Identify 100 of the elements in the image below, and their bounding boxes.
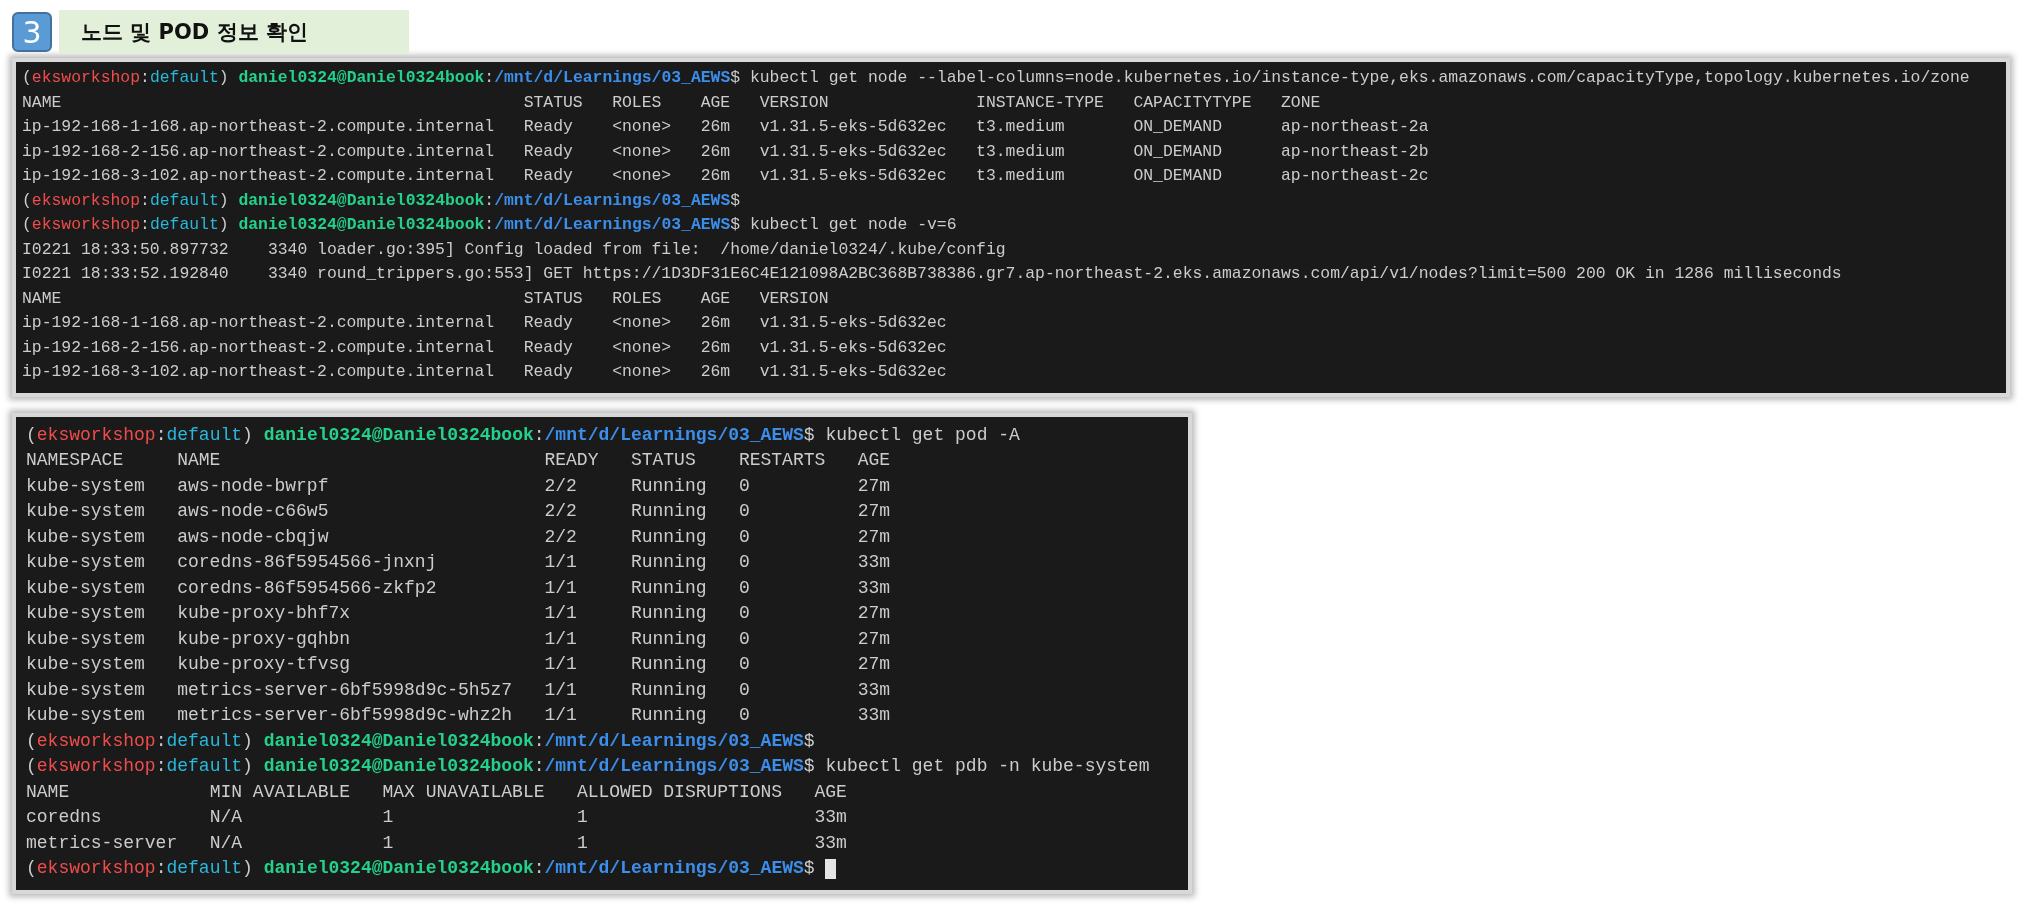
step-number-badge: 3 — [12, 12, 52, 52]
table-cell-text: 2/2 — [544, 525, 578, 549]
column-header: AGE — [814, 780, 848, 804]
table-cell-text: v1.31.5-eks-5d632ec — [759, 140, 948, 163]
table-cell-text: <none> — [612, 336, 673, 359]
column-header: NAME — [177, 449, 222, 472]
table-cell-text: Running — [630, 551, 708, 574]
table-cell-text: ON_DEMAND — [1133, 140, 1223, 163]
table-cell-text: v1.31.5-eks-5d632ec — [759, 312, 948, 334]
table-cell-text: 26m — [700, 336, 732, 359]
table-cell-text: <none> — [612, 116, 673, 138]
column-header: NAME — [22, 91, 63, 114]
table-cell-text: N/A — [209, 831, 244, 855]
table-cell-text: <none> — [612, 165, 673, 187]
table-cell-text: aws-node-cbqjw — [177, 525, 330, 549]
table-cell-text: coredns — [26, 806, 103, 829]
table-cell-text: Running — [630, 627, 708, 651]
table-cell-text: 1/1 — [544, 704, 578, 727]
column-header: READY — [544, 449, 600, 472]
table-cell-text: 1/1 — [544, 653, 578, 676]
table-cell-text: ip-192-168-2-156.ap-northeast-2.compute.internal — [22, 140, 496, 163]
table-cell-text: kube-system — [26, 525, 146, 549]
table-cell-text: 27m — [857, 653, 892, 676]
table-cell-text: 1/1 — [544, 551, 578, 574]
table-cell-text: 0 — [738, 500, 751, 523]
table-cell-text: Running — [630, 474, 708, 498]
table-cell-text: 0 — [738, 627, 751, 651]
section-title: 노드 및 POD 정보 확인 — [59, 10, 409, 54]
table-cell-text: ip-192-168-3-102.ap-northeast-2.compute.internal — [22, 361, 496, 383]
table-cell-text: 0 — [738, 576, 751, 600]
table-cell-text: v1.31.5-eks-5d632ec — [759, 116, 948, 138]
table-cell-text: 0 — [738, 653, 751, 676]
table-cell-text: 26m — [700, 312, 732, 334]
table-cell-text: t3.medium — [976, 165, 1066, 187]
column-header: NAME — [22, 287, 63, 310]
table-cell-text: Running — [630, 500, 708, 523]
table-cell-text: Ready — [523, 165, 574, 187]
table-cell-text: coredns-86f5954566-jnxnj — [177, 551, 438, 574]
column-header: STATUS — [523, 91, 584, 114]
table-cell-text: 0 — [738, 551, 751, 574]
table-cell-text: 2/2 — [544, 500, 578, 523]
table-cell-text: kube-system — [26, 704, 146, 727]
table-cell-text: <none> — [612, 140, 673, 163]
table-cell-text: 33m — [814, 831, 848, 855]
table-cell-text: 27m — [857, 602, 892, 625]
table-cell-text: 1/1 — [544, 678, 578, 702]
table-cell-text: metrics-server — [26, 831, 179, 855]
table-cell-text: 1/1 — [544, 602, 578, 625]
column-header: AGE — [700, 91, 732, 114]
table-cell-text: kube-system — [26, 653, 146, 676]
table-cell-text: <none> — [612, 361, 673, 383]
table-cell-text: 26m — [700, 116, 732, 138]
column-header: INSTANCE-TYPE — [976, 91, 1105, 114]
command-prompt-line: (eksworkshop:default) daniel0324@Daniel0324book:/mnt/d/Learnings/03_AEWS$ kubectl get node --label-columns=node.kubernetes.io/instance-type,eks.amazonaws.com/capacityType,topology.kubernetes.io/zone — [22, 67, 1970, 89]
command-prompt-line: (eksworkshop:default) daniel0324@Daniel0324book:/mnt/d/Learnings/03_AEWS$ kubectl get pod -A — [26, 423, 1020, 447]
table-cell-text: Ready — [523, 140, 574, 163]
table-cell-text: ip-192-168-2-156.ap-northeast-2.compute.internal — [22, 336, 496, 359]
table-cell-text: Running — [630, 602, 708, 625]
table-cell-text: 27m — [857, 474, 892, 498]
command-prompt-line: (eksworkshop:default) daniel0324@Daniel0324book:/mnt/d/Learnings/03_AEWS$ — [26, 857, 816, 880]
table-cell-text: ip-192-168-1-168.ap-northeast-2.compute.internal — [22, 116, 496, 138]
table-cell-text: Ready — [523, 336, 574, 359]
table-cell-text: 27m — [857, 500, 892, 523]
table-cell-text: Running — [630, 525, 708, 549]
table-cell-text: Ready — [523, 116, 574, 138]
table-cell-text: 27m — [857, 525, 892, 549]
table-cell-text: kube-proxy-tfvsg — [177, 653, 352, 676]
table-cell-text: ap-northeast-2c — [1280, 165, 1430, 187]
table-cell-text: t3.medium — [976, 140, 1066, 163]
table-cell-text: ip-192-168-1-168.ap-northeast-2.compute.internal — [22, 312, 496, 334]
table-cell-text: kube-proxy-bhf7x — [177, 602, 352, 625]
table-cell-text: 1 — [576, 831, 589, 855]
column-header: AGE — [857, 449, 892, 472]
table-cell-text: 0 — [738, 678, 751, 702]
column-header: NAMESPACE — [26, 449, 125, 472]
table-cell-text: coredns-86f5954566-zkfp2 — [177, 576, 438, 600]
command-prompt-line: (eksworkshop:default) daniel0324@Daniel0324book:/mnt/d/Learnings/03_AEWS$ — [26, 729, 815, 753]
log-line: I0221 18:33:50.897732 3340 loader.go:395] Config loaded from file: /home/daniel0324/.kube/config — [22, 238, 1007, 261]
table-cell-text: 33m — [857, 704, 892, 727]
table-cell-text: 1 — [576, 806, 589, 829]
column-header: STATUS — [630, 449, 697, 472]
column-header: ZONE — [1280, 91, 1322, 114]
column-header: VERSION — [759, 91, 830, 114]
column-header: ROLES — [612, 287, 663, 310]
column-header: VERSION — [759, 287, 830, 310]
table-cell-text: kube-proxy-gqhbn — [177, 627, 352, 651]
table-cell-text: 0 — [738, 704, 751, 727]
table-cell-text: aws-node-bwrpf — [177, 474, 330, 498]
table-cell-text: ON_DEMAND — [1133, 116, 1223, 138]
table-cell-text: N/A — [209, 806, 244, 829]
log-line: I0221 18:33:52.192840 3340 round_trippers.go:553] GET https://1D3DF31E6C4E121098A2BC368B738386.gr7.ap-northeast-2.eks.amazonaws.com/api/v1/nodes?limit=500 200 OK in 1286 milliseconds — [22, 263, 1843, 285]
table-cell-text: Ready — [523, 312, 574, 334]
command-prompt-line: (eksworkshop:default) daniel0324@Daniel0324book:/mnt/d/Learnings/03_AEWS$ kubectl get pdb -n kube-system — [26, 755, 1150, 778]
table-cell-text: v1.31.5-eks-5d632ec — [759, 165, 948, 187]
table-cell-text: 33m — [857, 551, 892, 574]
table-cell-text: aws-node-c66w5 — [177, 500, 330, 523]
table-cell-text: 0 — [738, 602, 751, 625]
table-cell-text: 33m — [857, 678, 892, 702]
table-cell-text: metrics-server-6bf5998d9c-5h5z7 — [177, 678, 514, 702]
column-header: AGE — [700, 287, 732, 310]
